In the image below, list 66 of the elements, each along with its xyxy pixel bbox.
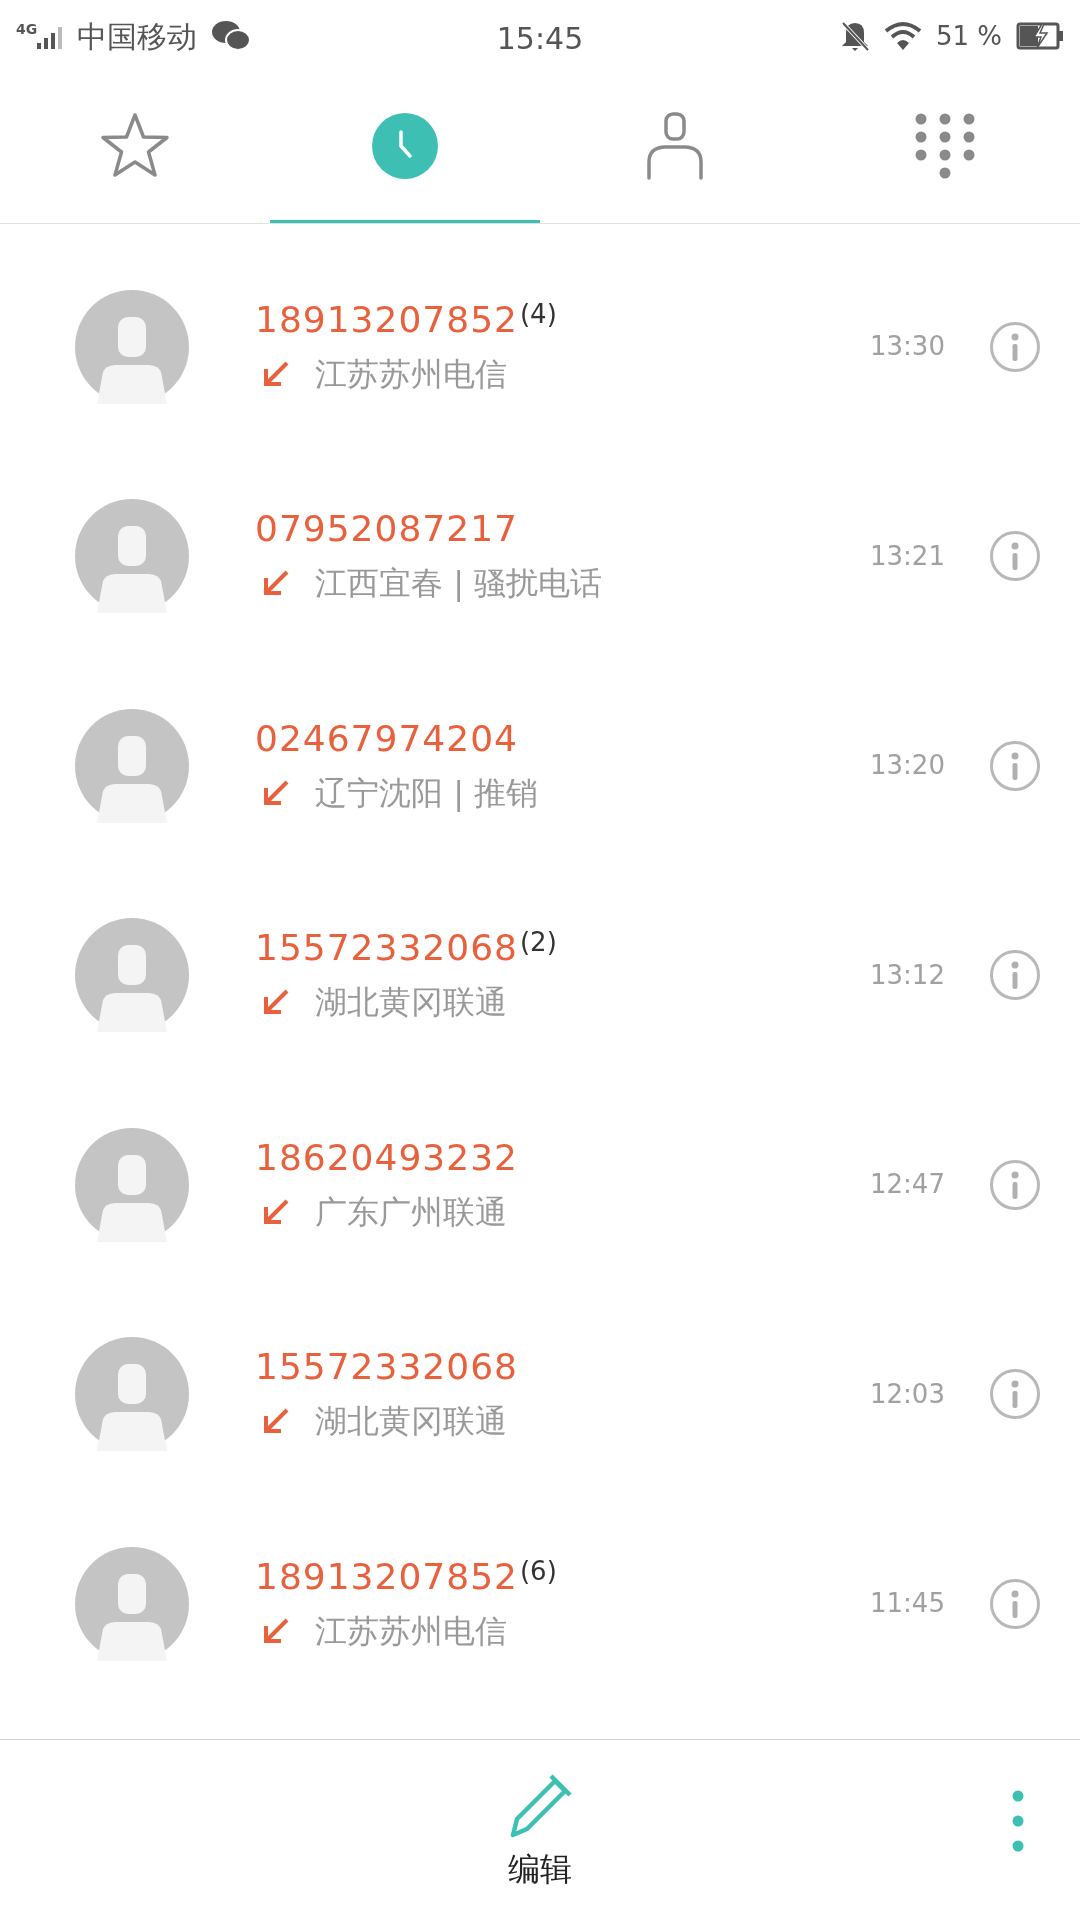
incoming-call-icon bbox=[262, 359, 290, 388]
info-icon bbox=[1011, 542, 1019, 571]
incoming-call-icon bbox=[262, 1407, 290, 1436]
call-time: 13:12 bbox=[870, 958, 946, 992]
call-location: 湖北黄冈联通 bbox=[315, 1401, 507, 1442]
network-label: 4G bbox=[16, 19, 38, 39]
avatar-icon bbox=[75, 708, 189, 823]
phone-number: 18620493232 bbox=[255, 1137, 518, 1178]
phone-number: 15572332068 bbox=[255, 1347, 518, 1388]
info-button[interactable] bbox=[990, 1578, 1040, 1629]
info-icon bbox=[1011, 332, 1019, 361]
call-location: 湖北黄冈联通 bbox=[315, 982, 507, 1023]
battery-percent: 51 % bbox=[935, 19, 1002, 53]
incoming-call-icon bbox=[262, 1197, 290, 1226]
incoming-call-icon bbox=[262, 988, 290, 1017]
clock-time: 15:45 bbox=[496, 20, 584, 58]
call-time: 11:45 bbox=[870, 1587, 946, 1621]
call-count: (6) bbox=[519, 1556, 557, 1585]
incoming-call-icon bbox=[262, 778, 290, 807]
call-count: (2) bbox=[519, 928, 557, 957]
star-icon bbox=[100, 112, 170, 180]
info-icon bbox=[1011, 1170, 1019, 1199]
call-count: (4) bbox=[519, 299, 557, 328]
call-location: 辽宁沈阳 | 推销 bbox=[315, 772, 539, 813]
call-time: 12:03 bbox=[870, 1377, 946, 1411]
phone-number: 18913207852 bbox=[255, 1556, 518, 1597]
phone-number: 07952087217 bbox=[255, 509, 518, 550]
charging-battery-icon bbox=[1016, 21, 1064, 51]
muted-bell-icon bbox=[839, 20, 870, 52]
avatar-icon bbox=[75, 1127, 189, 1242]
carrier-name: 中国移动 bbox=[77, 17, 198, 56]
info-icon bbox=[1011, 961, 1019, 990]
info-button[interactable] bbox=[990, 531, 1040, 582]
info-icon bbox=[1011, 1380, 1019, 1409]
info-icon bbox=[1011, 751, 1019, 780]
avatar-icon bbox=[75, 289, 189, 404]
info-button[interactable] bbox=[990, 950, 1040, 1001]
wifi-icon bbox=[883, 21, 922, 51]
info-icon bbox=[1011, 1589, 1019, 1618]
call-time: 13:30 bbox=[870, 330, 946, 364]
signal-icon bbox=[37, 27, 64, 49]
call-location: 江西宜春 | 骚扰电话 bbox=[315, 563, 603, 604]
avatar-icon bbox=[75, 1337, 189, 1452]
info-button[interactable] bbox=[990, 740, 1040, 791]
phone-number: 02467974204 bbox=[255, 718, 518, 759]
phone-number: 15572332068 bbox=[255, 928, 518, 969]
call-location: 江苏苏州电信 bbox=[315, 1610, 507, 1651]
info-button[interactable] bbox=[990, 321, 1040, 372]
incoming-call-icon bbox=[262, 569, 290, 598]
person-icon bbox=[646, 112, 704, 180]
incoming-call-icon bbox=[262, 1616, 290, 1645]
phone-number: 18913207852 bbox=[255, 299, 518, 340]
call-location: 江苏苏州电信 bbox=[315, 353, 507, 394]
clock-icon bbox=[371, 112, 439, 180]
avatar-icon bbox=[75, 1546, 189, 1661]
dialpad-icon bbox=[914, 112, 976, 180]
call-location: 广东广州联通 bbox=[315, 1191, 507, 1232]
more-icon bbox=[1012, 1790, 1024, 1852]
avatar-icon bbox=[75, 499, 189, 614]
info-button[interactable] bbox=[990, 1159, 1040, 1210]
edit-button[interactable]: 编辑 bbox=[507, 1767, 573, 1893]
info-button[interactable] bbox=[990, 1369, 1040, 1420]
avatar-icon bbox=[75, 918, 189, 1033]
call-time: 13:20 bbox=[870, 749, 946, 783]
call-time: 13:21 bbox=[870, 539, 946, 573]
call-time: 12:47 bbox=[870, 1168, 946, 1202]
